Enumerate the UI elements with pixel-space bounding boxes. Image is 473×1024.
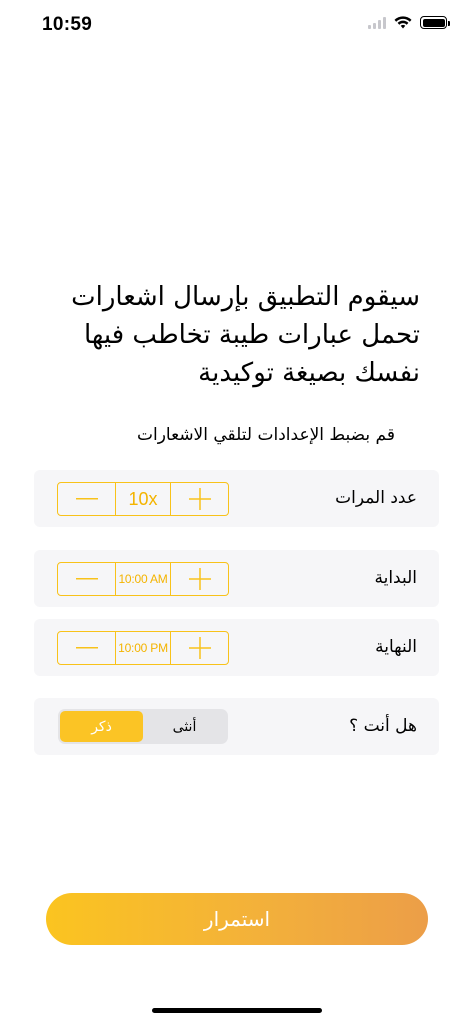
intro-headline: سيقوم التطبيق بإرسال اشعارات تحمل عبارات… [71, 282, 420, 388]
count-row: عدد المرات 10x [34, 470, 439, 527]
settings-subtitle: قم بضبط الإعدادات لتلقي الاشعارات [137, 425, 395, 445]
plus-icon [188, 488, 211, 510]
gender-segmented-control: ذكر أنثى [58, 709, 228, 744]
gender-option-female[interactable]: أنثى [143, 711, 226, 742]
end-time-row: النهاية 10:00 PM [34, 619, 439, 676]
end-time-label: النهاية [375, 637, 417, 657]
status-bar: 10:59 [0, 0, 473, 50]
home-indicator [152, 1008, 322, 1013]
start-time-row: البداية 10:00 AM [34, 550, 439, 607]
count-increment-button[interactable] [171, 483, 228, 515]
status-icons [368, 16, 450, 29]
count-label: عدد المرات [335, 488, 417, 508]
start-time-decrement-button[interactable] [58, 563, 115, 595]
plus-icon [188, 568, 211, 590]
plus-icon [188, 637, 211, 659]
wifi-icon [394, 16, 412, 29]
start-time-value: 10:00 AM [115, 563, 171, 595]
status-time: 10:59 [42, 14, 93, 35]
minus-icon [75, 578, 98, 580]
end-time-decrement-button[interactable] [58, 632, 115, 664]
count-decrement-button[interactable] [58, 483, 115, 515]
gender-label: هل أنت ؟ [349, 716, 417, 736]
count-value: 10x [115, 483, 171, 515]
start-time-stepper: 10:00 AM [57, 562, 229, 596]
end-time-value: 10:00 PM [115, 632, 171, 664]
end-time-stepper: 10:00 PM [57, 631, 229, 665]
count-stepper: 10x [57, 482, 229, 516]
battery-icon [420, 16, 450, 29]
gender-option-male[interactable]: ذكر [60, 711, 143, 742]
minus-icon [75, 498, 98, 500]
cellular-signal-icon [368, 16, 386, 29]
gender-row: هل أنت ؟ ذكر أنثى [34, 698, 439, 755]
start-time-increment-button[interactable] [171, 563, 228, 595]
end-time-increment-button[interactable] [171, 632, 228, 664]
continue-button[interactable]: استمرار [46, 893, 428, 945]
minus-icon [75, 647, 98, 649]
start-time-label: البداية [374, 568, 417, 588]
